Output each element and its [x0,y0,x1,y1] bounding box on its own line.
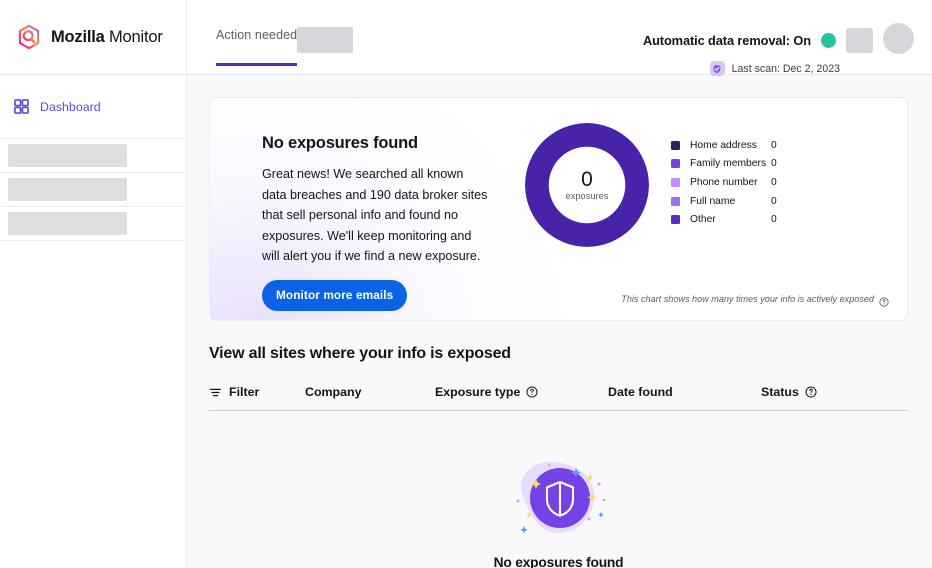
tab-placeholder-skeleton [297,27,354,53]
mozilla-monitor-dashboard: Mozilla Monitor Action needed Automatic … [0,0,932,568]
legend-value: 0 [771,176,777,188]
legend-swatch [671,140,680,150]
tab-placeholder[interactable] [297,0,354,74]
legend-item: Phone number 0 [671,173,777,192]
legend-swatch [671,215,680,225]
body: Dashboard No exposures found Great news!… [0,75,932,568]
sidebar: Dashboard [0,75,187,568]
top-bar-right: Action needed Automatic data removal: On [187,0,932,76]
legend-value: 0 [771,139,777,151]
tab-action-needed-label: Action needed [216,26,298,66]
donut-count-unit: exposures [565,191,609,201]
shield-check-icon [709,61,725,76]
sidebar-item-placeholder-1[interactable] [0,139,186,172]
legend-item: Full name 0 [671,192,777,211]
empty-state-message: No exposures found [493,555,624,568]
exposures-donut-chart: 0 exposures [525,123,649,247]
legend-swatch [671,177,680,187]
column-header-date-found[interactable]: Date found [608,385,761,399]
sidebar-placeholder-bar [8,178,127,201]
column-header-company-label: Company [305,385,362,399]
brand-title-bold: Mozilla [51,27,105,46]
legend-label: Other [690,214,716,226]
brand[interactable]: Mozilla Monitor [0,0,187,74]
summary-text-block: No exposures found Great news! We search… [210,98,510,320]
filter-label: Filter [229,385,260,399]
status-on-indicator-icon [821,32,836,48]
toolbar-placeholder-square[interactable] [846,27,873,53]
donut-center-label: 0 exposures [525,123,649,247]
legend-item: Home address 0 [671,136,777,155]
summary-title: No exposures found [262,134,418,152]
last-scan-label: Last scan: Dec 2, 2023 [731,62,840,75]
legend-value: 0 [771,158,777,170]
grid-squares-icon [14,99,29,114]
mozilla-monitor-hex-logo-icon [16,24,42,50]
top-bar: Mozilla Monitor Action needed Automatic … [0,0,932,76]
status-block: Automatic data removal: On Last scan: De… [643,0,932,76]
monitor-more-emails-button[interactable]: Monitor more emails [262,279,408,311]
legend-value: 0 [771,195,777,207]
sidebar-item-dashboard[interactable]: Dashboard [0,91,186,122]
table-header-row: Filter Company Exposure type Date found … [209,385,908,411]
column-header-status[interactable]: Status [761,385,861,399]
summary-description: Great news! We searched all known data b… [262,167,488,263]
legend-label: Phone number [690,176,758,188]
avatar-placeholder[interactable] [883,23,914,54]
legend-value: 0 [771,214,777,226]
exposures-summary-card: No exposures found Great news! We search… [209,97,908,321]
column-header-exposure-type[interactable]: Exposure type [435,385,608,399]
legend-item: Family members 0 [671,155,777,174]
sidebar-item-dashboard-label: Dashboard [40,99,101,114]
donut-count: 0 [581,168,593,191]
chart-note: This chart shows how many times your inf… [621,294,889,307]
main-content: No exposures found Great news! We search… [187,75,932,568]
exposed-sites-section-title: View all sites where your info is expose… [209,345,511,362]
filter-button[interactable]: Filter [209,385,305,399]
question-circle-icon[interactable] [879,294,889,307]
legend-label: Family members [690,158,767,170]
shield-illustration-icon [504,453,614,545]
column-header-exposure-type-label: Exposure type [435,385,521,399]
column-header-company[interactable]: Company [305,385,435,399]
sidebar-placeholder-bar [8,212,127,235]
empty-state: No exposures found [209,453,908,568]
legend-item: Other 0 [671,210,777,229]
tab-bar: Action needed [187,0,354,74]
brand-title: Mozilla Monitor [51,28,163,47]
legend-label: Full name [690,195,736,207]
filter-icon [209,386,222,399]
legend-swatch [671,196,680,206]
tab-action-needed[interactable]: Action needed [216,0,298,74]
last-scan-row: Last scan: Dec 2, 2023 [643,61,914,76]
automatic-data-removal-status: Automatic data removal: On [642,32,811,48]
sidebar-item-placeholder-3[interactable] [0,207,186,240]
status-headline-row: Automatic data removal: On [642,23,914,54]
brand-title-light: Monitor [109,27,163,46]
column-header-status-label: Status [761,385,799,399]
exposure-chart-block: 0 exposures Home address 0 Family member… [510,98,907,320]
sidebar-divider [0,240,186,241]
question-circle-icon[interactable] [805,386,817,398]
chart-note-text: This chart shows how many times your inf… [621,294,874,304]
legend-swatch [671,159,680,169]
chart-legend: Home address 0 Family members 0 Phone nu… [671,136,777,229]
sidebar-item-placeholder-2[interactable] [0,173,186,206]
question-circle-icon[interactable] [526,386,538,398]
sidebar-placeholder-bar [8,144,127,167]
legend-label: Home address [690,139,757,151]
column-header-date-found-label: Date found [608,385,673,399]
